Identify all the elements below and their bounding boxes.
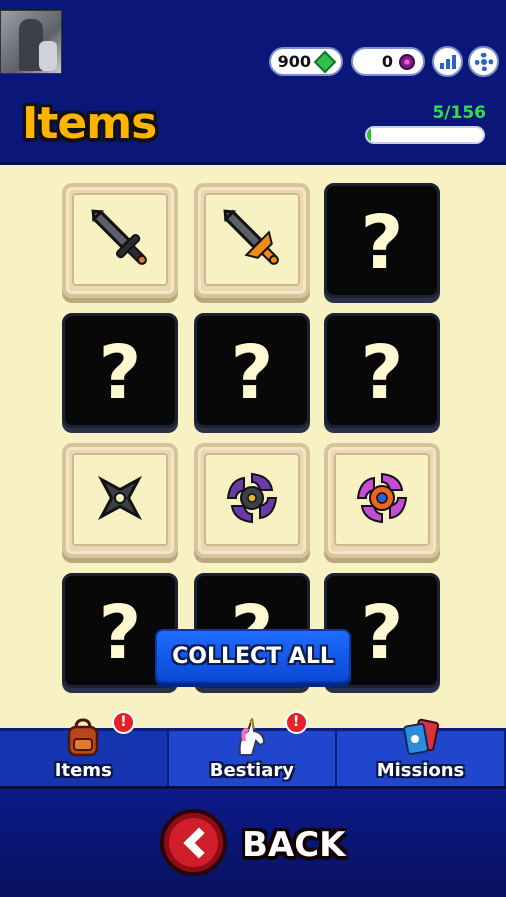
orbs-value: 0 — [381, 52, 393, 71]
collect-all-label: COLLECT ALL — [172, 643, 334, 669]
locked-item-tile[interactable]: ? — [62, 313, 178, 428]
item-tile-frame — [72, 193, 168, 286]
item-tile[interactable] — [324, 443, 440, 558]
back-label[interactable]: BACK — [242, 825, 346, 865]
locked-item-tile[interactable]: ? — [324, 313, 440, 428]
purple-orb-icon — [399, 53, 415, 70]
green-gem-icon — [313, 50, 337, 73]
item-tile[interactable] — [194, 443, 310, 558]
tab-bar: ! Items ! Bestiary Missions — [0, 711, 506, 786]
item-tile[interactable] — [62, 443, 178, 558]
header: 900 0 Items 5/156 — [0, 0, 506, 165]
chevron-left-icon — [182, 826, 215, 859]
collection-progress-fill — [367, 128, 371, 142]
tab-items-label: Items — [54, 760, 112, 781]
unicorn-icon — [238, 717, 265, 756]
locked-question-mark: ? — [230, 330, 274, 416]
locked-question-mark: ? — [360, 330, 404, 416]
stats-button[interactable] — [432, 46, 463, 77]
locked-question-mark: ? — [360, 200, 404, 286]
item-tile-frame — [72, 453, 168, 546]
tab-items[interactable]: ! Items — [0, 711, 169, 786]
item-tile-frame — [334, 453, 430, 546]
item-tile[interactable] — [194, 183, 310, 298]
back-button[interactable] — [160, 809, 227, 876]
locked-question-mark: ? — [98, 330, 142, 416]
item-tile-frame — [204, 193, 300, 286]
item-tile[interactable] — [62, 183, 178, 298]
player-avatar[interactable] — [0, 10, 62, 74]
bar-chart-icon — [439, 54, 456, 69]
locked-item-tile[interactable]: ? — [324, 183, 440, 298]
bestiary-alert-badge: ! — [284, 711, 308, 734]
orbs-counter[interactable]: 0 — [351, 47, 425, 76]
gray-sword-icon — [84, 202, 156, 278]
page-title: Items — [22, 98, 157, 149]
settings-button[interactable] — [468, 46, 499, 77]
locked-item-tile[interactable]: ? — [194, 313, 310, 428]
shuriken-icon — [90, 468, 150, 532]
items-alert-badge: ! — [112, 711, 135, 734]
tab-bestiary[interactable]: ! Bestiary — [168, 711, 338, 786]
cards-icon — [403, 718, 440, 756]
gems-counter[interactable]: 900 — [269, 47, 343, 76]
backpack-icon — [68, 718, 99, 757]
collection-progress-bar — [365, 126, 485, 144]
bottom-bar: BACK — [0, 786, 506, 897]
gear-icon — [474, 52, 493, 71]
tab-missions[interactable]: Missions — [337, 718, 506, 786]
orange-sword-icon — [216, 202, 288, 278]
collect-all-button[interactable]: COLLECT ALL — [155, 629, 351, 683]
avatar-figure-secondary — [39, 41, 57, 71]
item-tile-frame — [204, 453, 300, 546]
tab-bestiary-label: Bestiary — [209, 760, 294, 781]
orange-spinner-blade-icon — [352, 468, 412, 532]
tab-missions-label: Missions — [376, 760, 465, 781]
purple-spinner-blade-icon — [222, 468, 282, 532]
collection-count: 5/156 — [432, 103, 486, 123]
gems-value: 900 — [277, 52, 311, 71]
